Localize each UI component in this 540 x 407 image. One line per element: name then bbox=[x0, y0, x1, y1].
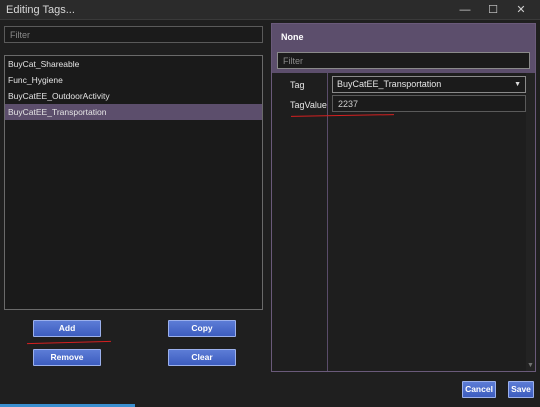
remove-button[interactable]: Remove bbox=[33, 349, 101, 366]
copy-button[interactable]: Copy bbox=[168, 320, 236, 337]
red-underline-annotation bbox=[27, 340, 111, 345]
maximize-icon[interactable]: ☐ bbox=[480, 2, 506, 18]
property-panel-header: None bbox=[272, 24, 535, 73]
list-item-func-hygiene[interactable]: Func_Hygiene bbox=[5, 72, 262, 88]
list-item-buycatee-outdooractivity[interactable]: BuyCatEE_OutdoorActivity bbox=[5, 88, 262, 104]
property-panel: None Tag BuyCatEE_Transportation ▼ TagVa… bbox=[271, 23, 536, 372]
list-item-buycat-shareable[interactable]: BuyCat_Shareable bbox=[5, 56, 262, 72]
tag-select[interactable]: BuyCatEE_Transportation ▼ bbox=[332, 76, 526, 93]
vertical-scrollbar[interactable]: ▼ bbox=[526, 73, 535, 371]
tagvalue-label: TagValue bbox=[290, 100, 327, 110]
properties-filter-input[interactable] bbox=[277, 52, 530, 69]
add-button[interactable]: Add bbox=[33, 320, 101, 337]
tags-filter-input[interactable] bbox=[4, 26, 263, 43]
close-icon[interactable]: ✕ bbox=[508, 2, 534, 18]
tag-select-value: BuyCatEE_Transportation bbox=[337, 79, 442, 89]
minimize-icon[interactable]: — bbox=[452, 2, 478, 18]
cancel-button[interactable]: Cancel bbox=[462, 381, 496, 398]
dropdown-arrow-icon[interactable]: ▼ bbox=[514, 77, 521, 92]
window-title: Editing Tags... bbox=[6, 4, 75, 16]
clear-button[interactable]: Clear bbox=[168, 349, 236, 366]
list-item-buycatee-transportation[interactable]: BuyCatEE_Transportation bbox=[5, 104, 262, 120]
tagvalue-input[interactable] bbox=[332, 95, 526, 112]
tag-label: Tag bbox=[290, 80, 305, 90]
selected-object-title: None bbox=[281, 32, 304, 42]
scroll-down-icon[interactable]: ▼ bbox=[527, 362, 534, 369]
save-button[interactable]: Save bbox=[508, 381, 534, 398]
tags-list[interactable]: BuyCat_Shareable Func_Hygiene BuyCatEE_O… bbox=[4, 55, 263, 310]
title-bar: Editing Tags... — ☐ ✕ bbox=[0, 0, 540, 20]
column-divider bbox=[327, 73, 328, 371]
